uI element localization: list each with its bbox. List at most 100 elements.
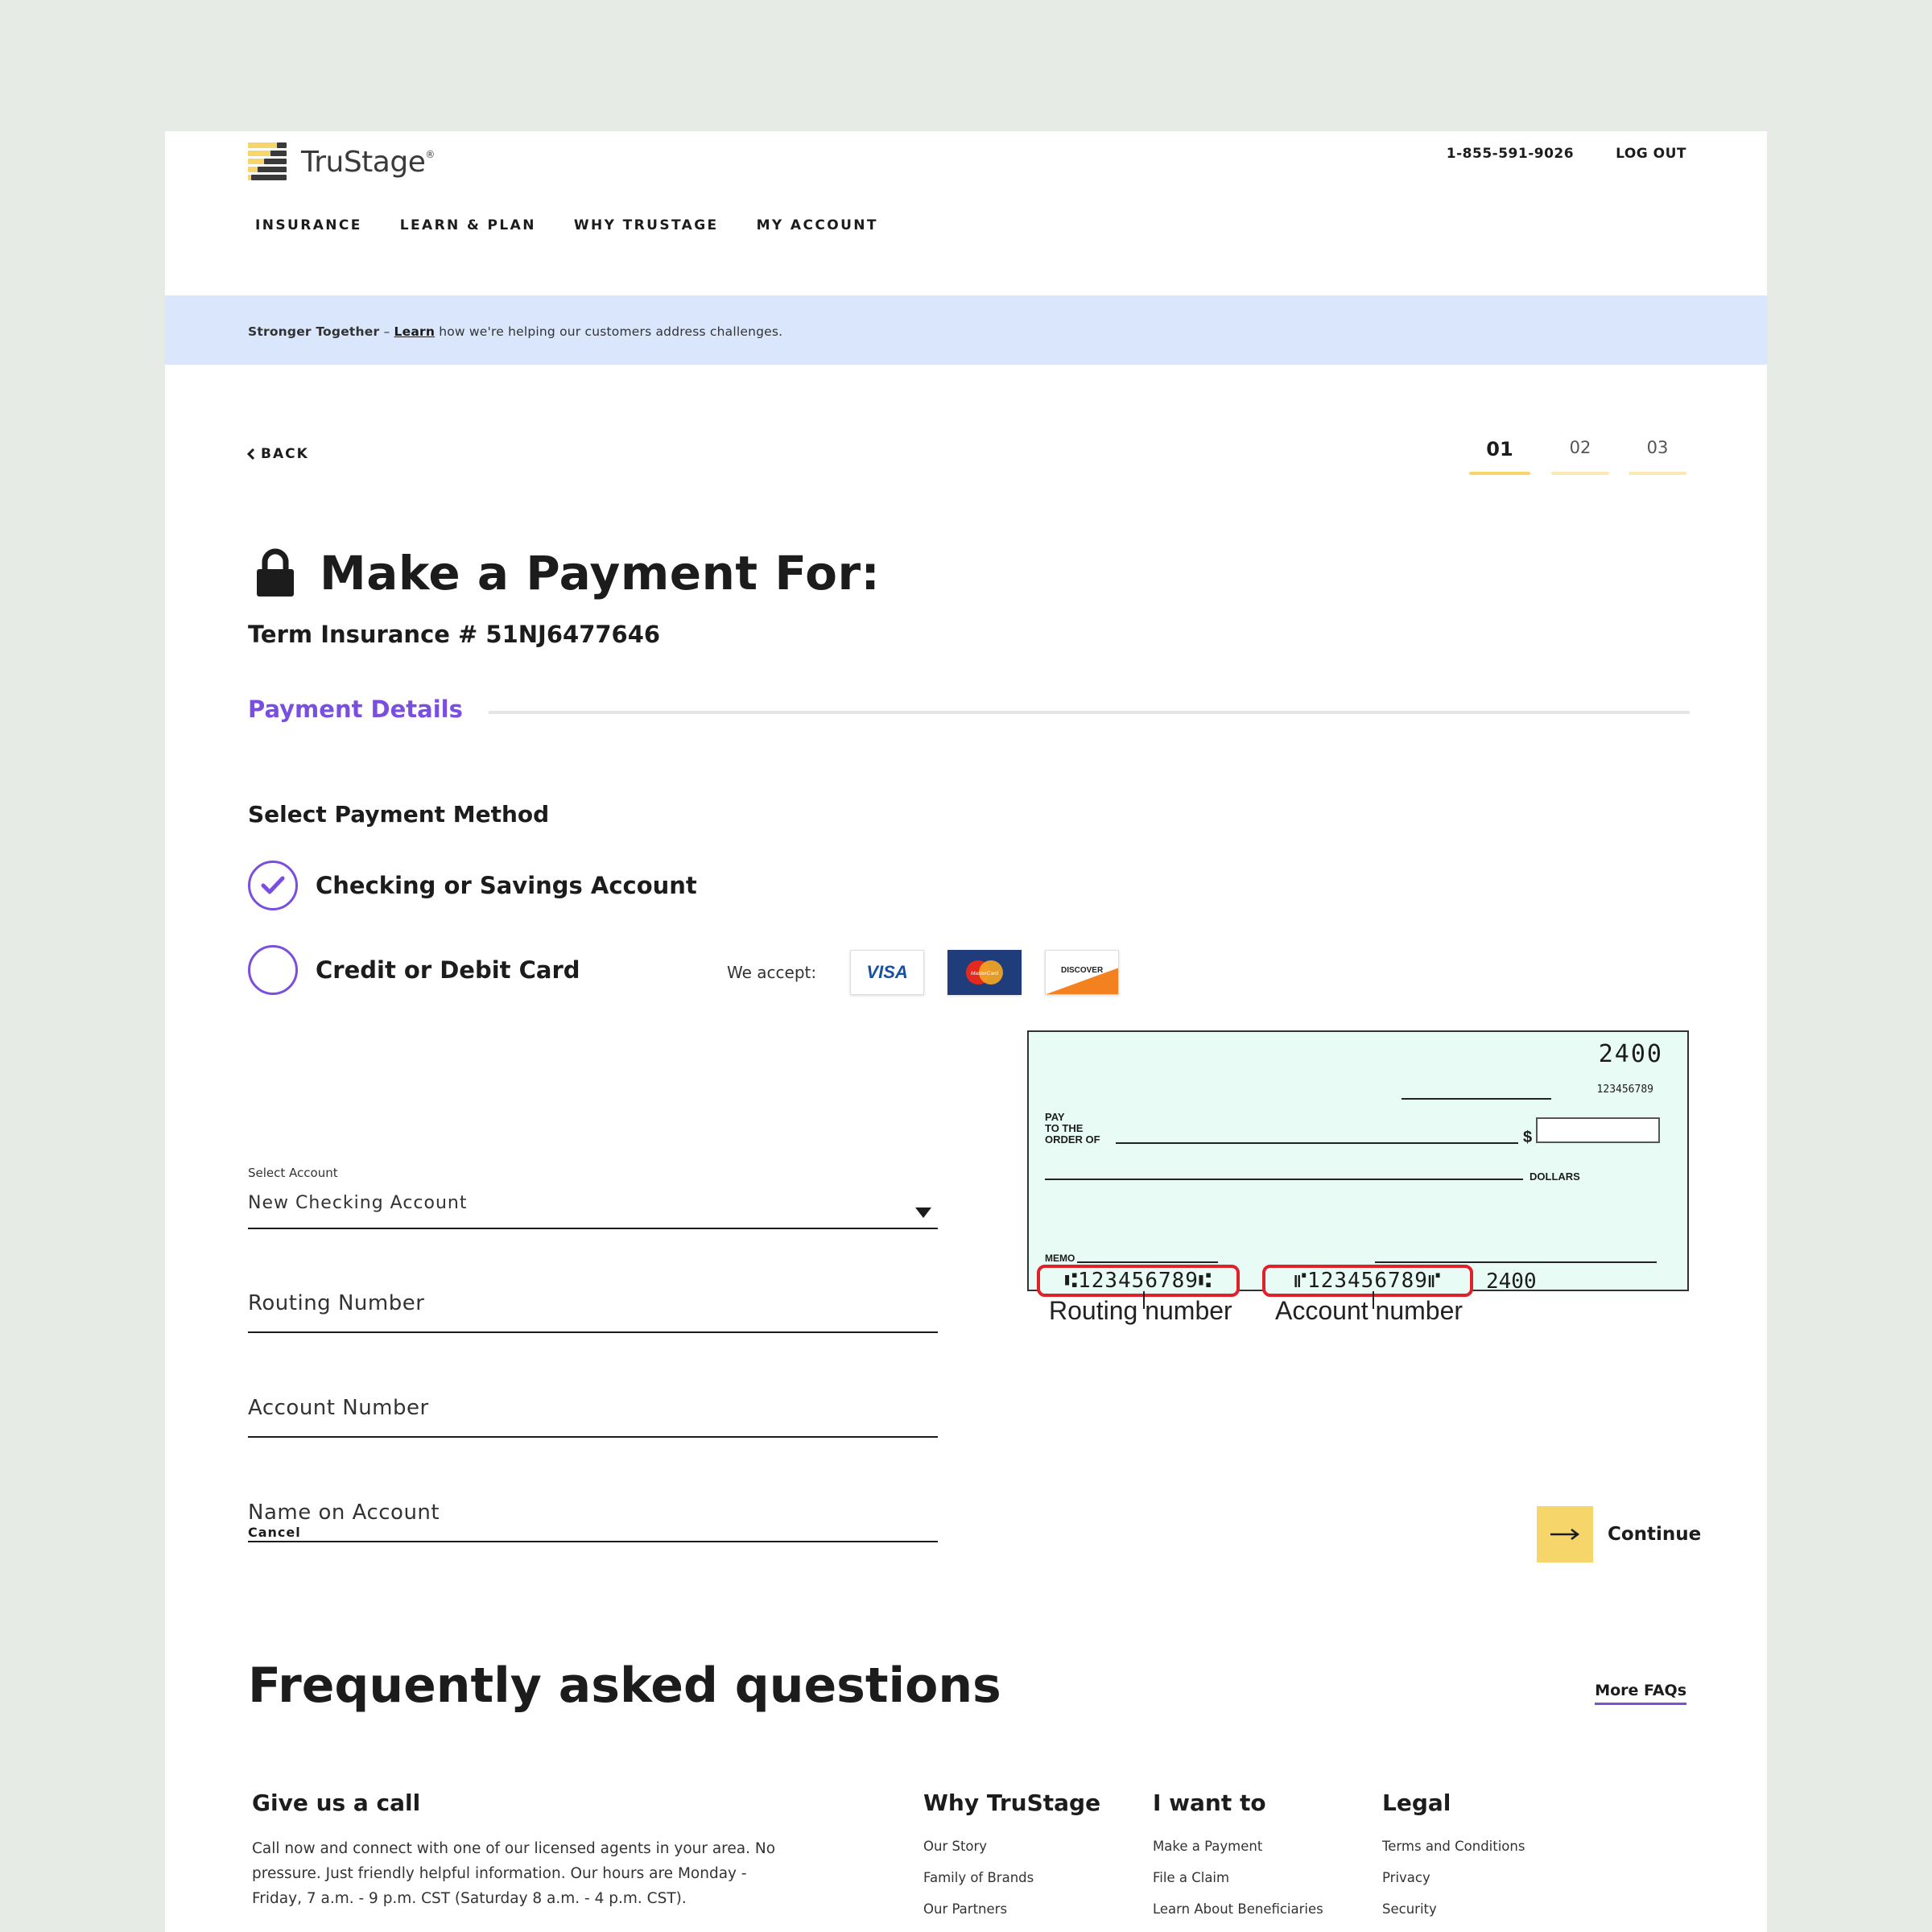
cancel-button[interactable]: Cancel bbox=[248, 1525, 301, 1540]
step-bar bbox=[1629, 472, 1686, 475]
banner-rest: how we're helping our customers address … bbox=[435, 324, 783, 339]
dollar-sign: $ bbox=[1523, 1129, 1533, 1146]
visa-text: VISA bbox=[866, 962, 908, 982]
account-number-field[interactable]: Account Number bbox=[248, 1396, 938, 1438]
radio-label: Credit or Debit Card bbox=[316, 956, 580, 984]
dollars-label: DOLLARS bbox=[1530, 1170, 1580, 1183]
radio-button-selected[interactable] bbox=[248, 861, 298, 910]
footer-link-beneficiaries[interactable]: Learn About Beneficiaries bbox=[1153, 1901, 1323, 1917]
footer-link-our-partners[interactable]: Our Partners bbox=[923, 1901, 1100, 1917]
banner-learn-link[interactable]: Learn bbox=[394, 324, 436, 339]
lock-icon bbox=[257, 548, 294, 597]
step-number: 02 bbox=[1569, 438, 1591, 457]
nav-my-account[interactable]: MY ACCOUNT bbox=[757, 217, 878, 233]
routing-number-field[interactable]: Routing Number bbox=[248, 1291, 938, 1333]
radio-credit-debit[interactable]: Credit or Debit Card bbox=[248, 945, 580, 995]
footer-column-title: Legal bbox=[1382, 1790, 1451, 1816]
name-on-account-field[interactable]: Name on Account bbox=[248, 1501, 938, 1542]
radio-checking-savings[interactable]: Checking or Savings Account bbox=[248, 861, 697, 910]
step-bar bbox=[1551, 472, 1609, 475]
back-label: BACK bbox=[261, 446, 309, 462]
footer-column-title: I want to bbox=[1153, 1790, 1266, 1816]
utility-links: 1-855-591-9026 LOG OUT bbox=[1447, 146, 1686, 162]
footer-link-file-claim[interactable]: File a Claim bbox=[1153, 1870, 1323, 1885]
pay-line-3: ORDER OF bbox=[1045, 1133, 1100, 1146]
radio-label: Checking or Savings Account bbox=[316, 872, 697, 899]
mastercard-circles: MasterCard bbox=[966, 960, 1004, 985]
signature-line bbox=[1375, 1261, 1657, 1263]
step-bar bbox=[1469, 472, 1530, 475]
discover-logo: DISCOVER bbox=[1045, 950, 1120, 995]
footer-link-security[interactable]: Security bbox=[1382, 1901, 1525, 1917]
footer-legal-column: Legal Terms and Conditions Privacy Secur… bbox=[1382, 1790, 1525, 1932]
select-account-value: New Checking Account bbox=[248, 1193, 468, 1213]
footer-call-text: Call now and connect with one of our lic… bbox=[252, 1840, 776, 1907]
account-number-placeholder: Account Number bbox=[248, 1396, 429, 1420]
discover-text: DISCOVER bbox=[1060, 965, 1104, 975]
nav-why-trustage[interactable]: WHY TRUSTAGE bbox=[574, 217, 719, 233]
sample-check-illustration: 2400 123456789 PAY TO THE ORDER OF $ DOL… bbox=[1027, 1030, 1689, 1297]
account-number-caption: Account number bbox=[1275, 1296, 1463, 1325]
arrow-right-icon bbox=[1537, 1506, 1593, 1563]
continue-button[interactable]: Continue bbox=[1537, 1506, 1701, 1563]
checkmark-icon bbox=[261, 876, 285, 894]
page-title-row: Make a Payment For: bbox=[255, 546, 880, 601]
pay-line-1: PAY bbox=[1045, 1111, 1065, 1123]
accepted-cards: We accept: VISA MasterCard DISCOVER bbox=[727, 950, 1142, 995]
select-account-dropdown[interactable]: Select Account New Checking Account bbox=[248, 1166, 938, 1229]
nav-insurance[interactable]: INSURANCE bbox=[255, 217, 362, 233]
footer-link-terms[interactable]: Terms and Conditions bbox=[1382, 1839, 1525, 1854]
signature-line-top bbox=[1402, 1098, 1551, 1100]
step-1[interactable]: 01 bbox=[1469, 438, 1530, 475]
amount-words-line bbox=[1045, 1179, 1523, 1180]
main-nav: INSURANCE LEARN & PLAN WHY TRUSTAGE MY A… bbox=[255, 217, 878, 233]
visa-logo: VISA bbox=[850, 950, 925, 995]
step-3[interactable]: 03 bbox=[1629, 438, 1686, 475]
continue-label: Continue bbox=[1608, 1524, 1702, 1545]
footer-iwantto-column: I want to Make a Payment File a Claim Le… bbox=[1153, 1790, 1323, 1932]
footer-link-family-of-brands[interactable]: Family of Brands bbox=[923, 1870, 1100, 1885]
amount-box bbox=[1536, 1117, 1660, 1143]
radio-button[interactable] bbox=[248, 945, 298, 995]
footer-link-make-payment[interactable]: Make a Payment bbox=[1153, 1839, 1323, 1854]
payment-method-heading: Select Payment Method bbox=[248, 801, 550, 828]
phone-link[interactable]: 1-855-591-9026 bbox=[1447, 146, 1574, 162]
brand-text: TruStage bbox=[301, 145, 426, 179]
more-faqs-link[interactable]: More FAQs bbox=[1595, 1682, 1686, 1705]
banner-text: Stronger Together – Learn how we're help… bbox=[248, 324, 782, 339]
policy-number: Term Insurance # 51NJ6477646 bbox=[248, 621, 661, 648]
section-divider bbox=[489, 711, 1690, 714]
check-small-number: 123456789 bbox=[1596, 1084, 1653, 1096]
back-button[interactable]: BACK bbox=[246, 446, 309, 462]
memo-line bbox=[1077, 1261, 1218, 1263]
pay-to-label: PAY TO THE ORDER OF bbox=[1045, 1112, 1100, 1146]
routing-number-placeholder: Routing Number bbox=[248, 1291, 425, 1315]
routing-micr-highlight: ⑆123456789⑆ bbox=[1037, 1265, 1240, 1297]
caret-down-icon bbox=[915, 1208, 931, 1218]
logo-stairs-icon bbox=[248, 142, 287, 181]
registered-mark: ® bbox=[425, 148, 435, 160]
memo-label: MEMO bbox=[1045, 1253, 1075, 1264]
select-account-label: Select Account bbox=[248, 1166, 338, 1180]
step-number: 01 bbox=[1486, 438, 1513, 460]
section-title: Payment Details bbox=[248, 696, 463, 723]
footer-link-our-story[interactable]: Our Story bbox=[923, 1839, 1100, 1854]
step-number: 03 bbox=[1646, 438, 1669, 457]
announcement-banner: Stronger Together – Learn how we're help… bbox=[165, 295, 1767, 365]
banner-dash: – bbox=[379, 324, 394, 339]
check-number: 2400 bbox=[1598, 1040, 1663, 1068]
routing-number-caption: Routing number bbox=[1049, 1296, 1232, 1325]
step-indicator: 01 02 03 bbox=[1469, 438, 1686, 475]
brand-name: TruStage® bbox=[301, 146, 435, 179]
mastercard-logo: MasterCard bbox=[947, 950, 1022, 995]
we-accept-label: We accept: bbox=[727, 963, 817, 982]
footer-call-column: Give us a call Call now and connect with… bbox=[252, 1790, 799, 1911]
step-2[interactable]: 02 bbox=[1551, 438, 1609, 475]
trustage-logo[interactable]: TruStage® bbox=[248, 142, 435, 181]
nav-learn-plan[interactable]: LEARN & PLAN bbox=[400, 217, 536, 233]
footer-link-privacy[interactable]: Privacy bbox=[1382, 1870, 1525, 1885]
logout-link[interactable]: LOG OUT bbox=[1616, 146, 1686, 162]
payee-line bbox=[1116, 1142, 1518, 1144]
page: TruStage® 1-855-591-9026 LOG OUT INSURAN… bbox=[165, 131, 1767, 1932]
account-micr-highlight: ⑈123456789⑈ bbox=[1262, 1265, 1473, 1297]
